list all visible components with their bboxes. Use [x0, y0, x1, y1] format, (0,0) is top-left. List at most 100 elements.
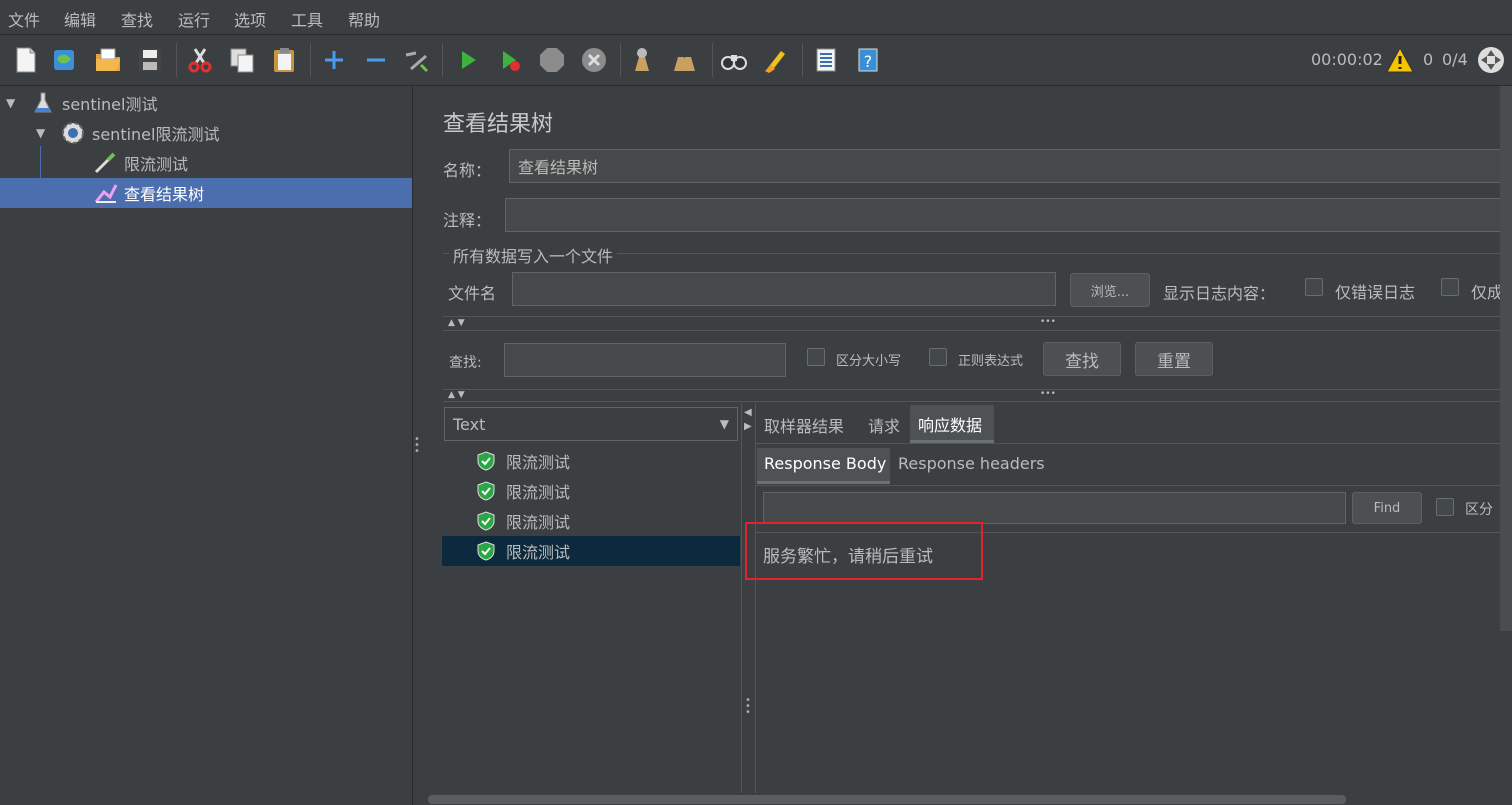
search-icon[interactable]: [718, 44, 750, 76]
result-label: 限流测试: [506, 543, 571, 562]
search-input[interactable]: [504, 343, 786, 377]
svg-text:?: ?: [864, 52, 873, 71]
menu-tools[interactable]: 工具: [291, 7, 323, 31]
test-plan-tree: ▼ sentinel测试 ▼ sentinel限流测试 限流测试 查看结果树: [0, 86, 413, 805]
tree-label-sampler: 限流测试: [124, 155, 189, 174]
menu-search[interactable]: 查找: [121, 7, 153, 31]
renderer-select[interactable]: Text ▼: [444, 407, 738, 441]
regex-checkbox[interactable]: [929, 348, 947, 366]
tree-label-test-plan: sentinel测试: [62, 95, 158, 114]
elapsed-timer: 00:00:02: [1311, 50, 1383, 69]
tab-response-data[interactable]: 响应数据: [910, 405, 994, 443]
splitter-collapse-arrows[interactable]: ◀ ▶: [744, 406, 752, 434]
splitter-arrows[interactable]: ▲ ▼: [448, 318, 465, 328]
clear-all-icon[interactable]: [668, 44, 700, 76]
gear-icon: [62, 122, 84, 144]
page-title: 查看结果树: [443, 112, 554, 137]
tree-node-thread-group[interactable]: ▼ sentinel限流测试: [36, 118, 219, 148]
tree-node-test-plan[interactable]: ▼ sentinel测试: [6, 88, 157, 118]
chart-icon: [94, 184, 118, 203]
reset-button[interactable]: 重置: [1135, 342, 1213, 376]
file-group-title: 所有数据写入一个文件: [449, 243, 618, 267]
success-shield-icon: [477, 481, 495, 501]
success-shield-icon: [477, 541, 495, 561]
warning-icon[interactable]: [1384, 44, 1416, 76]
menu-help[interactable]: 帮助: [348, 7, 380, 31]
remote-icon[interactable]: [1475, 44, 1507, 76]
start-icon[interactable]: [452, 44, 484, 76]
help-icon[interactable]: ?: [852, 44, 884, 76]
expand-icon[interactable]: [318, 44, 350, 76]
chevron-down-icon[interactable]: ▼: [6, 96, 20, 110]
response-case-checkbox[interactable]: [1436, 498, 1454, 516]
name-input[interactable]: 查看结果树: [509, 149, 1512, 183]
errors-only-label: 仅错误日志: [1335, 283, 1416, 302]
success-only-checkbox[interactable]: [1441, 278, 1459, 296]
list-item[interactable]: 限流测试: [442, 476, 740, 506]
reset-search-icon[interactable]: [760, 44, 792, 76]
find-button[interactable]: Find: [1352, 492, 1422, 524]
list-item[interactable]: 限流测试: [442, 506, 740, 536]
function-helper-icon[interactable]: [810, 44, 842, 76]
search-label: 查找:: [449, 355, 482, 371]
renderer-value: Text: [453, 414, 486, 434]
copy-icon[interactable]: [226, 44, 258, 76]
horizontal-scrollbar[interactable]: [428, 795, 1346, 804]
splitter-handle-2[interactable]: •••: [1040, 389, 1056, 399]
clear-icon[interactable]: [626, 44, 658, 76]
subtab-response-body[interactable]: Response Body: [757, 448, 890, 484]
tab-sampler-result[interactable]: 取样器结果: [764, 413, 844, 437]
cut-icon[interactable]: [184, 44, 216, 76]
menu-file[interactable]: 文件: [8, 7, 40, 31]
success-shield-icon: [477, 511, 495, 531]
tree-splitter-handle[interactable]: • • •: [414, 435, 422, 457]
splitter-arrows-2[interactable]: ▲ ▼: [448, 390, 465, 400]
tree-label-thread-group: sentinel限流测试: [92, 125, 220, 144]
tree-node-sampler[interactable]: 限流测试: [92, 148, 188, 178]
success-only-label: 仅成: [1471, 283, 1504, 302]
new-icon[interactable]: [10, 44, 42, 76]
menu-options[interactable]: 选项: [234, 7, 266, 31]
case-sensitive-label: 区分大小写: [836, 354, 902, 369]
browse-button[interactable]: 浏览...: [1070, 273, 1150, 307]
tree-node-listener[interactable]: 查看结果树: [0, 178, 412, 208]
stop-icon[interactable]: [536, 44, 568, 76]
search-button[interactable]: 查找: [1043, 342, 1121, 376]
menu-edit[interactable]: 编辑: [64, 7, 96, 31]
tab-request[interactable]: 请求: [868, 413, 900, 437]
chevron-down-icon[interactable]: ▼: [36, 126, 50, 140]
warning-count: 0: [1423, 50, 1434, 69]
file-name-input[interactable]: [512, 272, 1056, 306]
name-value: 查看结果树: [518, 158, 599, 177]
splitter-handle[interactable]: •••: [1040, 317, 1056, 327]
tab-response-label: 响应数据: [918, 416, 983, 435]
subtab-response-headers[interactable]: Response headers: [898, 454, 1045, 473]
list-item[interactable]: 限流测试: [442, 446, 740, 476]
toggle-icon[interactable]: [400, 44, 432, 76]
shutdown-icon[interactable]: [578, 44, 610, 76]
case-sensitive-checkbox[interactable]: [807, 348, 825, 366]
success-shield-icon: [477, 451, 495, 471]
comment-label: 注释：: [443, 211, 492, 230]
start-no-pause-icon[interactable]: [494, 44, 526, 76]
templates-icon[interactable]: [48, 44, 80, 76]
errors-only-checkbox[interactable]: [1305, 278, 1323, 296]
highlight-box: [745, 522, 983, 580]
paste-icon[interactable]: [268, 44, 300, 76]
response-search-input[interactable]: [763, 492, 1346, 524]
list-item-selected[interactable]: 限流测试: [442, 536, 740, 566]
result-splitter-handle[interactable]: • • •: [745, 696, 753, 718]
regex-label: 正则表达式: [958, 354, 1024, 369]
log-display-label: 显示日志内容：: [1163, 284, 1276, 303]
result-label: 限流测试: [506, 453, 571, 472]
menu-run[interactable]: 运行: [178, 7, 210, 31]
comment-input[interactable]: [505, 198, 1512, 232]
collapse-icon[interactable]: [360, 44, 392, 76]
save-icon[interactable]: [134, 44, 166, 76]
result-label: 限流测试: [506, 483, 571, 502]
flask-icon: [34, 92, 52, 113]
vertical-scrollbar[interactable]: [1500, 86, 1512, 631]
chevron-down-icon: ▼: [719, 417, 729, 431]
open-icon[interactable]: [92, 44, 124, 76]
thread-count: 0/4: [1442, 50, 1468, 69]
